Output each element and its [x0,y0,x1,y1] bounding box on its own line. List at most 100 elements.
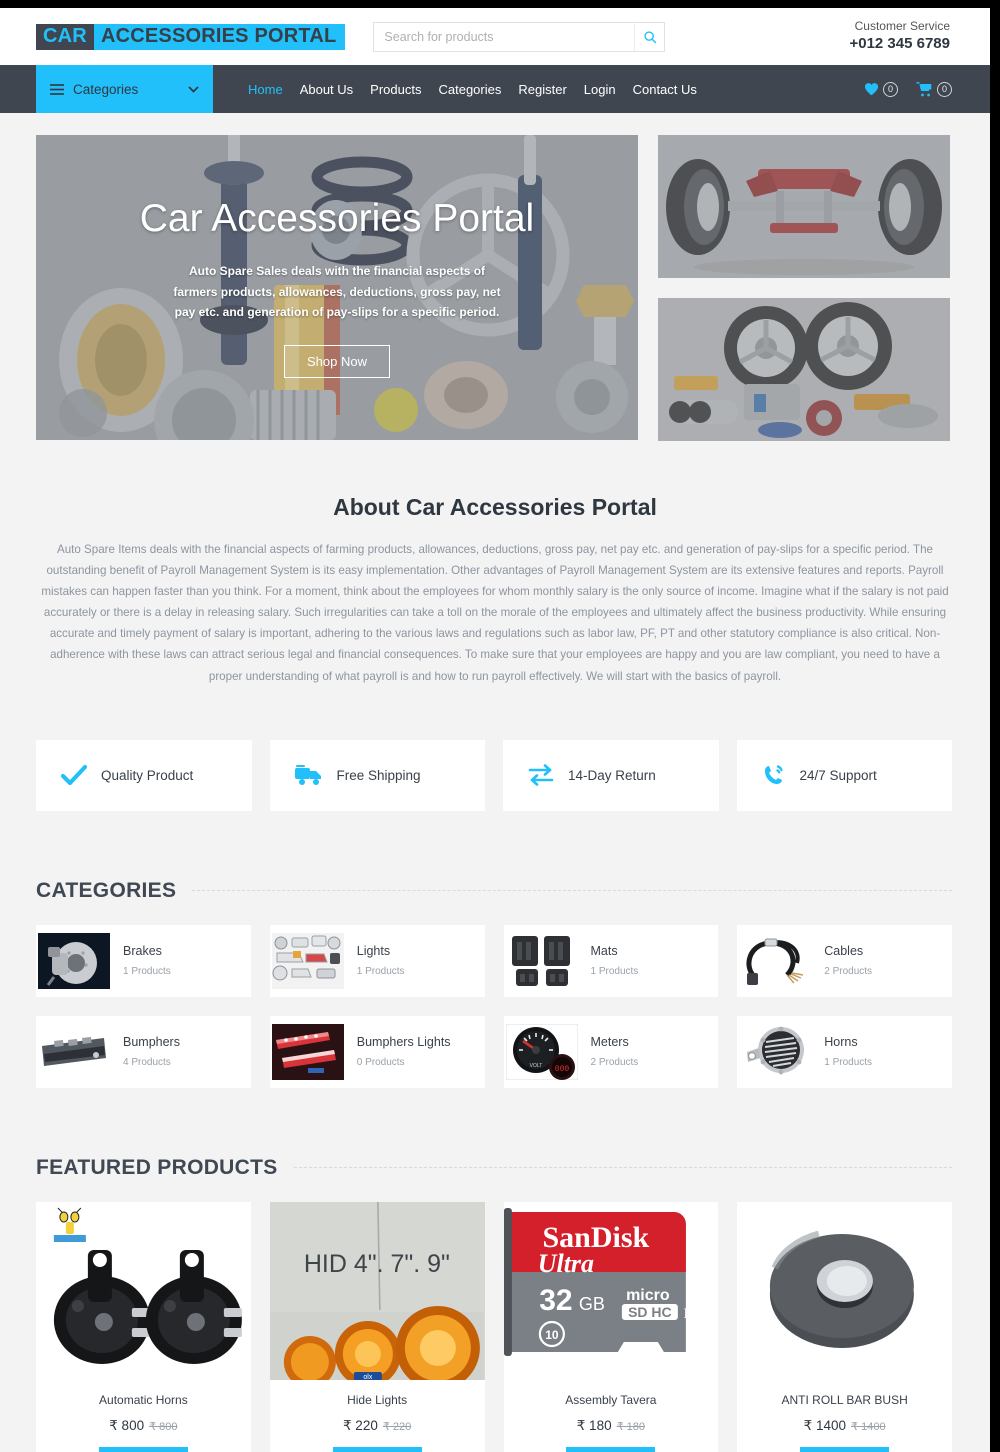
product-card-automatic-horns[interactable]: Automatic Horns ₹ 800 ₹ 800 View Details [36,1201,251,1452]
svg-text:olx: olx [363,1374,372,1380]
product-price: ₹ 180 [576,1417,612,1433]
section-divider-line [192,890,952,892]
category-card-bumphers[interactable]: Bumphers 4 Products [36,1015,251,1088]
nav-item-login[interactable]: Login [584,82,616,97]
headlights-collage-thumb [271,932,344,989]
brake-disc-thumb [38,932,110,989]
about-body: Auto Spare Items deals with the financia… [41,543,949,683]
search-bar[interactable] [373,21,666,52]
product-name: Assembly Tavera [565,1392,657,1407]
view-details-button[interactable]: View Details [332,1446,422,1452]
about-section: About Car Accessories Portal Auto Spare … [0,441,990,687]
product-price-row: ₹ 800 ₹ 800 [36,1418,251,1434]
svg-text:micro: micro [626,1287,670,1304]
feature-card-24-7-support: 24/7 Support [736,739,952,811]
top-header-bar: CAR ACCESSORIES PORTAL Customer Service … [0,8,990,65]
category-card-bumphers-lights[interactable]: Bumphers Lights 0 Products [269,1015,485,1088]
category-card-cables[interactable]: Cables 2 Products [737,924,952,997]
feature-label-quality-product: Quality Product [101,767,194,783]
category-count: 1 Products [123,966,171,978]
product-card-assembly-tavera[interactable]: SanDisk Ultra 32 GB micro SD HC I 10 Ass… [503,1201,719,1452]
category-card-horns[interactable]: Horns 1 Products [737,1015,952,1088]
truck-icon [294,764,323,786]
wishlist-count: 0 [883,81,898,97]
product-name: Hide Lights [347,1392,408,1407]
category-count: 2 Products [590,1057,639,1069]
front-bumper-thumb [38,1023,110,1080]
svg-text:VOLT: VOLT [529,1063,542,1069]
category-name: Bumphers Lights [356,1035,451,1050]
hero-row: Car Accessories Portal Auto Spare Sales … [0,113,990,441]
wiring-cable-thumb [739,932,812,989]
svg-text:I: I [683,1306,688,1322]
features-row: Quality Product Free Shipping 14-Day Ret… [0,687,990,811]
site-logo[interactable]: CAR ACCESSORIES PORTAL [36,23,346,50]
product-price: ₹ 1400 [803,1417,847,1433]
category-card-meters[interactable]: VOLT 000 Meters 2 Products [503,1015,719,1088]
customer-service-phone[interactable]: +012 345 6789 [849,34,950,54]
view-details-button[interactable]: View Details [98,1446,188,1452]
phone-volume-icon [762,763,786,787]
svg-text:HID 4". 7". 9": HID 4". 7". 9" [304,1250,450,1278]
featured-products-section-header: FEATURED PRODUCTS [36,1156,952,1180]
heart-icon [864,82,879,96]
nav-item-categories[interactable]: Categories [438,82,501,97]
page-root: CAR ACCESSORIES PORTAL Customer Service … [0,8,990,1452]
categories-dropdown-button[interactable]: Categories [36,65,213,113]
hero-banner: Car Accessories Portal Auto Spare Sales … [36,135,638,440]
product-old-price: ₹ 800 [149,1420,178,1433]
nav-menu: Home About Us Products Categories Regist… [248,65,697,113]
svg-text:GB: GB [578,1294,604,1314]
chevron-down-icon [188,85,199,93]
product-old-price: ₹ 220 [382,1420,412,1433]
category-count: 0 Products [356,1057,405,1069]
section-divider-line [293,1167,952,1169]
nav-item-products[interactable]: Products [370,82,421,97]
featured-products-grid: Automatic Horns ₹ 800₹ 800 View Details … [36,1201,952,1452]
product-price-row: ₹ 220 ₹ 220 [270,1418,485,1434]
categories-section: CATEGORIES Brakes 1 Products Lights 1 Pr… [0,879,990,1088]
category-card-brakes[interactable]: Brakes 1 Products [36,924,251,997]
promo-1-overlay [658,135,950,278]
anti-roll-bar-bush-image [737,1201,952,1380]
customer-service-block: Customer Service +012 345 6789 [849,18,950,54]
gauge-meter-thumb: VOLT 000 [505,1023,578,1080]
categories-dropdown-label: Categories [73,81,139,97]
category-name: Mats [590,944,618,959]
category-card-mats[interactable]: Mats 1 Products [503,924,719,997]
hid-lights-image: HID 4". 7". 9" olx [269,1201,485,1380]
categories-section-title: CATEGORIES [36,878,177,902]
cart-button[interactable]: 0 [916,81,952,97]
category-name: Bumphers [123,1035,180,1050]
wishlist-button[interactable]: 0 [864,81,898,97]
view-details-button[interactable]: View Details [800,1446,890,1452]
feature-label-14-day-return: 14-Day Return [568,767,656,783]
automatic-horns-image [36,1201,251,1380]
floor-mats-thumb [505,932,578,989]
product-card-hide-lights[interactable]: HID 4". 7". 9" olx Hide Lights ₹ 220 ₹ 22… [269,1201,485,1452]
product-price-row: ₹ 180 ₹ 180 [504,1418,719,1434]
search-input[interactable] [374,22,635,51]
search-button[interactable] [634,22,665,51]
feature-label-free-shipping: Free Shipping [336,767,421,783]
view-details-button[interactable]: View Details [566,1446,656,1452]
svg-text:10: 10 [545,1328,559,1342]
featured-products-section: FEATURED PRODUCTS Automatic Horns ₹ 800 … [0,1156,990,1452]
product-name: Automatic Horns [99,1392,188,1407]
check-icon [61,764,87,786]
svg-text:32: 32 [539,1284,572,1317]
nav-item-contact-us[interactable]: Contact Us [633,82,697,97]
logo-text-accessories-portal: ACCESSORIES PORTAL [93,23,346,50]
hero-shop-now-button[interactable]: Shop Now [284,344,390,378]
category-card-lights[interactable]: Lights 1 Products [269,924,485,997]
nav-item-about-us[interactable]: About Us [300,82,353,97]
category-count: 1 Products [590,966,639,978]
nav-item-home[interactable]: Home [248,82,283,97]
product-card-anti-roll-bar-bush[interactable]: ANTI ROLL BAR BUSH ₹ 1400 ₹ 1400 View Det… [737,1201,952,1452]
categories-section-header: CATEGORIES [36,879,952,903]
search-icon [643,30,657,44]
promo-2-overlay [658,298,950,441]
nav-item-register[interactable]: Register [518,82,566,97]
categories-grid: Brakes 1 Products Lights 1 Products Mats… [36,924,952,1088]
logo-text-car: CAR [36,23,94,50]
